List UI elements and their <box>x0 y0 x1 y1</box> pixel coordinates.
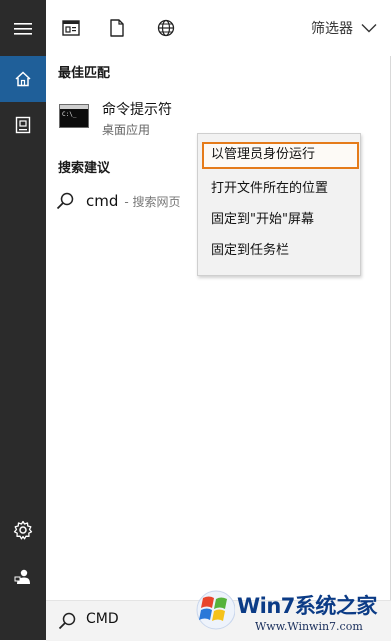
watermark-brand: Win7系统之家 <box>237 594 377 618</box>
suggestion-detail: - 搜索网页 <box>124 194 181 209</box>
search-icon <box>58 612 76 630</box>
best-match-heading: 最佳匹配 <box>58 66 111 81</box>
home-button[interactable] <box>0 56 46 102</box>
suggestion-query: cmd <box>86 192 119 210</box>
user-feedback-icon <box>14 569 30 584</box>
menu-item-run-as-admin[interactable]: 以管理员身份运行 <box>202 142 359 169</box>
home-icon <box>15 71 31 87</box>
filter-dropdown[interactable]: 筛选器 <box>311 18 377 38</box>
menu-item-pin-to-taskbar[interactable]: 固定到任务栏 <box>198 238 360 264</box>
search-input[interactable]: CMD <box>86 611 119 627</box>
settings-gear-icon <box>13 520 33 540</box>
document-icon <box>110 19 124 37</box>
apps-grid-icon <box>62 20 80 36</box>
documents-filter-button[interactable] <box>104 14 130 42</box>
chevron-down-icon <box>361 24 377 33</box>
app-name: 命令提示符 <box>102 102 172 118</box>
menu-item-open-file-location[interactable]: 打开文件所在的位置 <box>198 176 360 202</box>
settings-button[interactable] <box>0 507 46 553</box>
watermark: Win7系统之家 Www.Winwin7.com <box>195 588 391 640</box>
hamburger-menu-icon <box>14 23 32 35</box>
menu-item-pin-to-start[interactable]: 固定到"开始"屏幕 <box>198 207 360 233</box>
feedback-button[interactable] <box>0 554 46 600</box>
filter-label: 筛选器 <box>311 21 353 37</box>
left-rail <box>0 0 46 640</box>
context-menu: 以管理员身份运行 打开文件所在的位置 固定到"开始"屏幕 固定到任务栏 <box>197 133 361 276</box>
top-toolbar: 筛选器 <box>46 0 391 56</box>
tablet-icon <box>15 116 31 134</box>
device-button[interactable] <box>0 102 46 148</box>
app-type: 桌面应用 <box>102 123 151 137</box>
globe-icon <box>157 19 175 37</box>
web-filter-button[interactable] <box>153 14 179 42</box>
best-match-result[interactable]: C:\_ 命令提示符 桌面应用 <box>56 96 196 140</box>
search-icon <box>56 192 74 210</box>
command-prompt-icon-text: C:\_ <box>62 111 77 118</box>
apps-filter-button[interactable] <box>58 14 84 42</box>
command-prompt-icon: C:\_ <box>59 104 89 128</box>
watermark-url: Www.Winwin7.com <box>255 620 363 633</box>
suggestion-item[interactable]: cmd - 搜索网页 <box>56 188 181 214</box>
windows-logo-icon <box>196 590 235 630</box>
search-suggestions-heading: 搜索建议 <box>58 161 111 176</box>
hamburger-menu-button[interactable] <box>0 6 46 52</box>
